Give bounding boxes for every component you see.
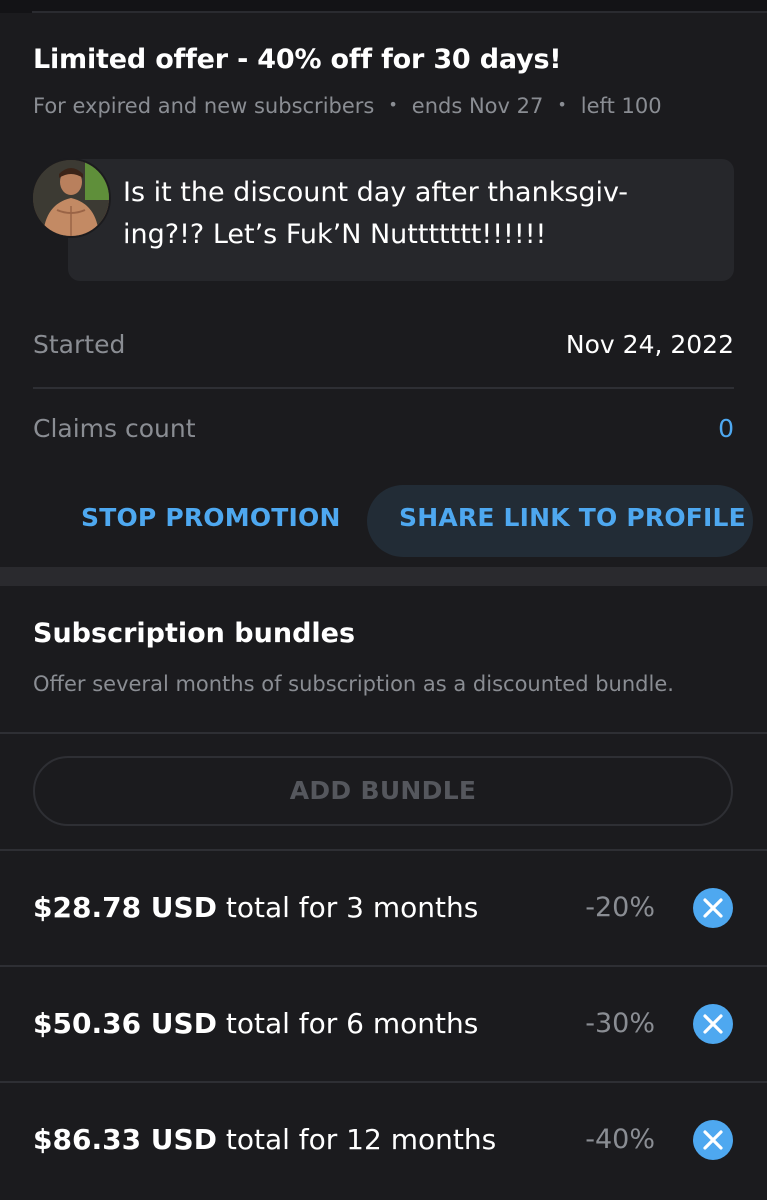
bundle-term: total for 3 months — [216, 891, 479, 924]
bundle-discount: -40% — [585, 1124, 655, 1155]
promotion-title: Limited offer - 40% off for 30 days! — [33, 44, 562, 75]
bundles-title: Subscription bundles — [33, 618, 356, 649]
remove-bundle-button[interactable] — [693, 1004, 733, 1044]
bundle-amount: $50.36 USD — [33, 1007, 217, 1040]
remove-bundle-button[interactable] — [693, 1120, 733, 1160]
bundle-term: total for 12 months — [216, 1123, 497, 1156]
bundle-row: $50.36 USD total for 6 months -30% — [0, 967, 767, 1081]
bundle-discount: -20% — [585, 892, 655, 923]
promotion-meta: For expired and new subscribers • ends Nov… — [33, 94, 662, 118]
bundle-price: $86.33 USD total for 12 months — [33, 1083, 496, 1197]
bundle-price: $28.78 USD total for 3 months — [33, 851, 478, 965]
started-label: Started — [33, 330, 126, 359]
share-link-button[interactable]: SHARE LINK TO PROFILE — [367, 485, 753, 557]
remove-bundle-button[interactable] — [693, 888, 733, 928]
add-bundle-button[interactable]: ADD BUNDLE — [33, 756, 733, 826]
avatar[interactable] — [31, 158, 111, 238]
promotion-ends: ends Nov 27 — [411, 94, 544, 118]
bundle-price: $50.36 USD total for 6 months — [33, 967, 478, 1081]
bundle-discount: -30% — [585, 1008, 655, 1039]
share-link-label: SHARE LINK TO PROFILE — [399, 503, 746, 532]
section-divider — [0, 732, 767, 734]
avatar-photo-icon — [33, 160, 109, 236]
section-separator — [0, 567, 767, 586]
bundle-row: $86.33 USD total for 12 months -40% — [0, 1083, 767, 1197]
close-icon — [703, 1130, 723, 1150]
promotion-left: left 100 — [580, 94, 662, 118]
started-value: Nov 24, 2022 — [565, 330, 734, 359]
promotion-message: Is it the discount day after thanksgiv-i… — [123, 177, 629, 250]
bundles-subtitle: Offer several months of subscription as … — [33, 672, 674, 696]
row-divider — [33, 387, 734, 389]
separator-dot: • — [557, 95, 567, 114]
bundle-row: $28.78 USD total for 3 months -20% — [0, 851, 767, 965]
bundle-amount: $86.33 USD — [33, 1123, 217, 1156]
bundle-amount: $28.78 USD — [33, 891, 217, 924]
claims-value[interactable]: 0 — [718, 414, 734, 443]
promotion-audience: For expired and new subscribers — [33, 94, 375, 118]
stop-promotion-button[interactable]: STOP PROMOTION — [81, 503, 341, 532]
bundle-term: total for 6 months — [216, 1007, 479, 1040]
separator-dot: • — [388, 95, 398, 114]
claims-label: Claims count — [33, 414, 196, 443]
close-icon — [703, 898, 723, 918]
close-icon — [703, 1014, 723, 1034]
